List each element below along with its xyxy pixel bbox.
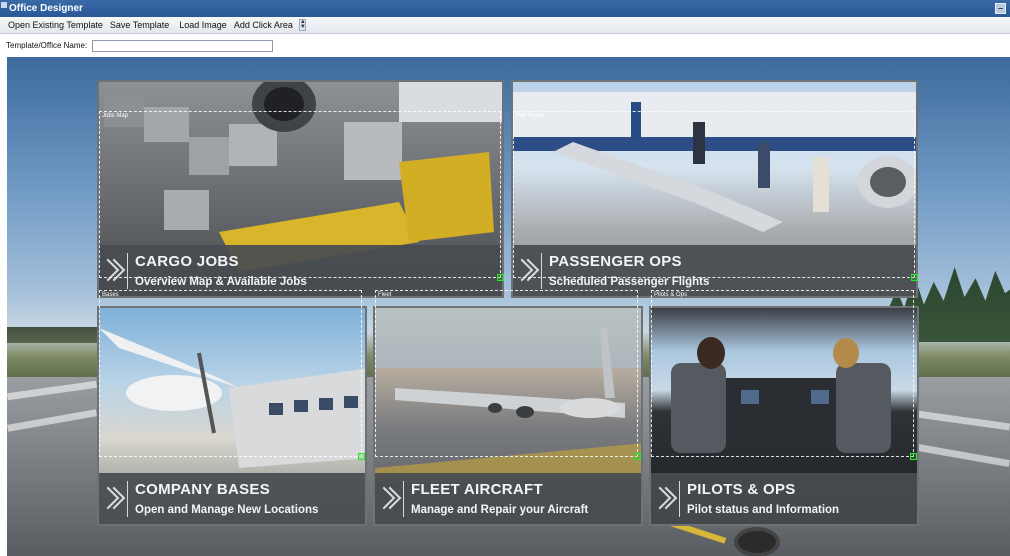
template-name-input[interactable] <box>92 39 274 52</box>
save-template-menu-item[interactable]: Save Template <box>107 20 172 30</box>
window-titlebar: Office Designer – <box>0 0 1010 17</box>
click-area-jobs-map[interactable]: Jobs Map <box>99 111 504 281</box>
click-area-label: Pax Route <box>516 113 545 119</box>
designer-canvas[interactable]: CARGO JOBS Overview Map & Available Jobs… <box>7 57 1010 556</box>
template-name-label: Template/Office Name: <box>6 41 88 50</box>
menu-bar: Open Existing Template Save Template Loa… <box>0 17 1010 34</box>
click-area-pax-route[interactable]: Pax Route <box>513 111 918 281</box>
fleet-aircraft-subtitle: Manage and Repair your Aircraft <box>411 504 589 516</box>
click-area-pilots-ops[interactable]: Pilots & Ops <box>651 290 917 460</box>
pilots-ops-subtitle: Pilot status and Information <box>687 504 840 516</box>
aircraft-wheel-image <box>734 527 780 556</box>
click-area-label: Pilots & Ops <box>654 292 688 298</box>
click-area-label: Bases <box>102 292 119 298</box>
pilots-ops-title: PILOTS & OPS <box>687 481 796 498</box>
load-image-menu-item[interactable]: Load Image <box>176 20 230 30</box>
resize-handle-icon[interactable] <box>634 453 641 460</box>
click-area-fleet[interactable]: Fleet <box>375 290 641 460</box>
resize-handle-icon[interactable] <box>911 274 918 281</box>
click-area-bases[interactable]: Bases <box>99 290 365 460</box>
click-area-label: Fleet <box>378 292 392 298</box>
add-click-area-menu-item[interactable]: Add Click Area <box>231 20 296 30</box>
fleet-aircraft-title: FLEET AIRCRAFT <box>411 481 543 498</box>
company-bases-subtitle: Open and Manage New Locations <box>135 504 319 516</box>
company-bases-title: COMPANY BASES <box>135 481 271 498</box>
window-icon <box>1 2 7 8</box>
window-title: Office Designer <box>9 3 83 14</box>
chevron-right-icon <box>375 481 404 517</box>
menu-overflow-icon[interactable]: ▲ ▼ <box>298 19 306 31</box>
open-template-menu-item[interactable]: Open Existing Template <box>5 20 106 30</box>
background-buildings <box>7 327 102 343</box>
chevron-right-icon <box>99 481 128 517</box>
resize-handle-icon[interactable] <box>497 274 504 281</box>
resize-handle-icon[interactable] <box>358 453 365 460</box>
chevron-right-icon <box>651 481 680 517</box>
click-area-label: Jobs Map <box>102 113 129 119</box>
resize-handle-icon[interactable] <box>910 453 917 460</box>
restore-window-button[interactable]: – <box>995 3 1006 14</box>
template-name-row: Template/Office Name: <box>0 34 1010 57</box>
